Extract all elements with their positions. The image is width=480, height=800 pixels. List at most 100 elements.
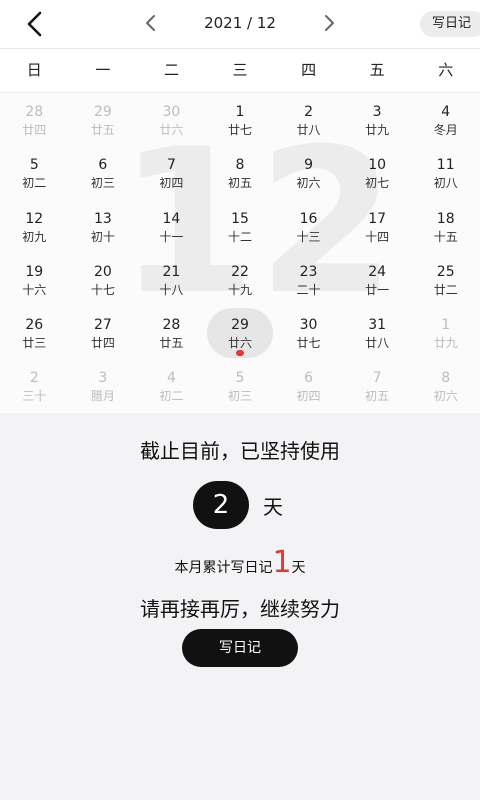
weekday-header: 日 一 二 三 四 五 六 (0, 49, 480, 93)
month-count-unit: 天 (291, 560, 306, 576)
day-number: 19 (25, 263, 44, 280)
calendar-day[interactable]: 21 十八 (137, 253, 206, 306)
day-number: 3 (98, 370, 108, 387)
back-arrow-icon[interactable] (22, 10, 50, 38)
lunar-date: 廿三 (22, 336, 47, 351)
calendar-day[interactable]: 25 廿二 (411, 253, 480, 306)
lunar-date: 廿九 (365, 123, 390, 137)
calendar-day[interactable]: 31 廿八 (343, 306, 412, 359)
weekday-thu: 四 (301, 61, 317, 79)
day-number: 4 (166, 370, 176, 387)
day-number: 3 (372, 104, 382, 120)
day-number: 9 (304, 157, 314, 174)
calendar-day[interactable]: 3 廿九 (343, 93, 412, 146)
calendar-grid: 28 廿四 29 廿五 30 廿六 1 廿七 2 廿八 3 廿九 4 冬月 5 初二 6 初三 7 初四 8 初五 9 初六 1… (0, 93, 480, 413)
day-number: 25 (436, 263, 455, 280)
calendar-day[interactable]: 1 廿九 (411, 306, 480, 359)
lunar-date: 廿六 (159, 123, 184, 137)
calendar-day[interactable]: 22 十九 (206, 253, 275, 306)
day-number: 10 (368, 157, 387, 174)
lunar-date: 二十 (296, 282, 321, 297)
calendar-day[interactable]: 12 初九 (0, 200, 69, 253)
lunar-date: 十一 (159, 229, 184, 244)
month-count-row: 本月累计写日记1天 (0, 545, 480, 580)
calendar-day[interactable]: 17 十四 (343, 200, 412, 253)
day-number: 15 (231, 210, 249, 227)
calendar-day[interactable]: 6 初三 (69, 146, 138, 199)
calendar-day[interactable]: 3 腊月 (69, 359, 138, 412)
days-count-badge: 2 (193, 481, 249, 529)
lunar-date: 初二 (159, 389, 184, 404)
calendar-day[interactable]: 5 初三 (206, 359, 275, 412)
calendar-day[interactable]: 29 廿五 (69, 93, 138, 146)
calendar-day[interactable]: 18 十五 (411, 200, 480, 253)
calendar-day[interactable]: 14 十一 (137, 200, 206, 253)
calendar-day[interactable]: 9 初六 (274, 146, 343, 199)
write-diary-button[interactable]: 写日记 (182, 629, 298, 667)
lunar-date: 三十 (22, 389, 47, 404)
calendar: 12 28 廿四 29 廿五 30 廿六 1 廿七 2 廿八 3 廿九 4 冬月 5 初二 6 初三 7 初四 8 初五 9… (0, 93, 480, 413)
lunar-date: 初八 (433, 176, 458, 191)
calendar-day[interactable]: 13 初十 (69, 200, 138, 253)
calendar-day[interactable]: 19 十六 (0, 253, 69, 306)
day-number: 27 (93, 317, 112, 334)
encourage-text: 请再接再厉，继续努力 (140, 597, 340, 621)
prev-month-icon[interactable] (140, 12, 162, 34)
lunar-date: 初九 (22, 229, 47, 244)
day-number: 6 (304, 370, 314, 387)
month-title: 2021 / 12 (204, 14, 276, 32)
calendar-day-selected[interactable]: 29 廿六 (206, 306, 275, 359)
calendar-day[interactable]: 7 初四 (137, 146, 206, 199)
day-number: 23 (299, 263, 318, 280)
calendar-day[interactable]: 4 初二 (137, 359, 206, 412)
calendar-day[interactable]: 2 三十 (0, 359, 69, 412)
day-number: 20 (93, 263, 112, 280)
calendar-day[interactable]: 4 冬月 (411, 93, 480, 146)
calendar-day[interactable]: 10 初七 (343, 146, 412, 199)
calendar-day[interactable]: 11 初八 (411, 146, 480, 199)
lunar-date: 初四 (296, 389, 321, 404)
calendar-day[interactable]: 15 十二 (206, 200, 275, 253)
calendar-day[interactable]: 28 廿四 (0, 93, 69, 146)
calendar-day[interactable]: 16 十三 (274, 200, 343, 253)
calendar-day[interactable]: 5 初二 (0, 146, 69, 199)
day-number: 6 (98, 157, 108, 174)
calendar-day[interactable]: 8 初六 (411, 359, 480, 412)
calendar-day[interactable]: 1 廿七 (206, 93, 275, 146)
top-bar: 2021 / 12 写日记 (0, 0, 480, 49)
lunar-date: 十二 (227, 229, 252, 244)
calendar-day[interactable]: 28 廿五 (137, 306, 206, 359)
next-month-icon[interactable] (318, 12, 340, 34)
day-number: 17 (368, 210, 387, 227)
lunar-date: 廿七 (227, 123, 252, 137)
day-number: 5 (235, 370, 245, 387)
calendar-day[interactable]: 7 初五 (343, 359, 412, 412)
calendar-day[interactable]: 30 廿六 (137, 93, 206, 146)
lunar-date: 廿九 (433, 336, 458, 351)
day-number: 24 (368, 263, 387, 280)
calendar-day[interactable]: 26 廿三 (0, 306, 69, 359)
calendar-day[interactable]: 24 廿一 (343, 253, 412, 306)
calendar-day[interactable]: 8 初五 (206, 146, 275, 199)
lunar-date: 冬月 (433, 123, 458, 137)
calendar-day[interactable]: 23 二十 (274, 253, 343, 306)
day-number: 14 (162, 210, 181, 227)
day-number: 11 (436, 157, 455, 174)
day-number: 1 (235, 104, 245, 120)
day-number: 7 (166, 157, 176, 174)
calendar-day[interactable]: 20 十七 (69, 253, 138, 306)
calendar-day[interactable]: 2 廿八 (274, 93, 343, 146)
lunar-date: 十九 (227, 282, 252, 297)
lunar-date: 初六 (296, 176, 321, 191)
lunar-date: 廿八 (365, 336, 390, 351)
write-diary-top-button[interactable]: 写日记 (420, 11, 480, 37)
calendar-day[interactable]: 6 初四 (274, 359, 343, 412)
diary-marker-dot (235, 350, 244, 357)
calendar-day[interactable]: 27 廿四 (69, 306, 138, 359)
day-number: 30 (162, 104, 181, 120)
weekday-sun: 日 (26, 61, 42, 79)
month-count-label: 本月累计写日记 (174, 560, 273, 576)
calendar-day[interactable]: 30 廿七 (274, 306, 343, 359)
day-number: 30 (299, 317, 318, 334)
lunar-date: 廿五 (159, 336, 184, 351)
